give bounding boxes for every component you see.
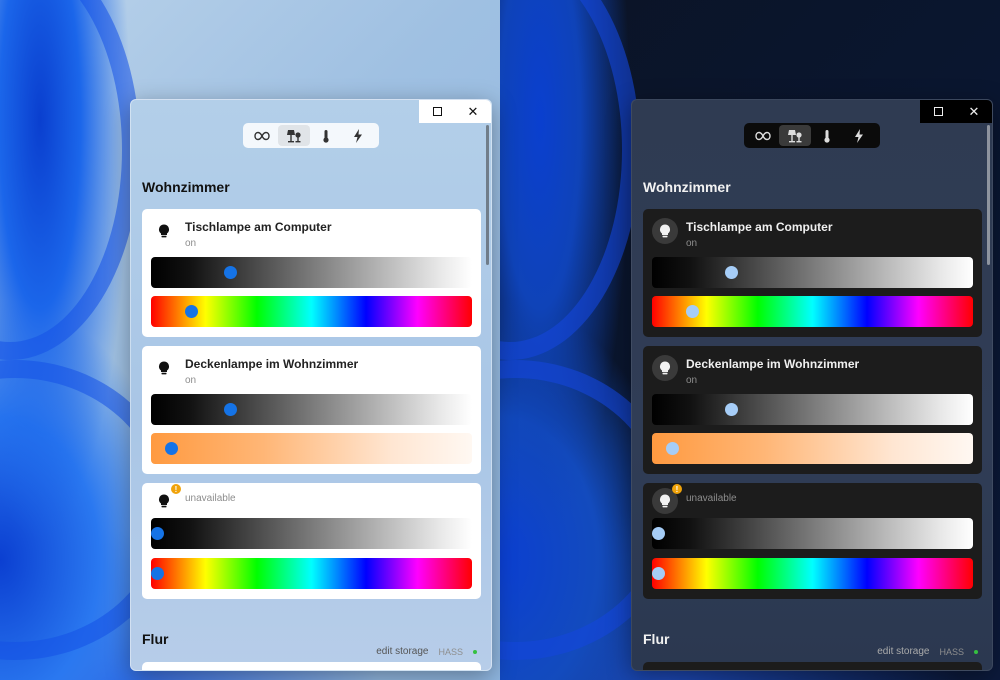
close-icon: ✕ — [467, 104, 479, 119]
light-state: on — [185, 375, 197, 386]
app-window-light: ✕ Wohnzimmer Tischlampe am Computer on D… — [130, 99, 492, 671]
light-card: Tischlampe am Computer on — [142, 209, 481, 337]
light-card — [142, 662, 481, 670]
thermometer-icon — [323, 129, 329, 143]
light-toggle[interactable] — [151, 218, 177, 244]
lightbulb-icon — [660, 224, 670, 238]
lightning-icon — [354, 128, 362, 143]
light-toggle[interactable] — [652, 355, 678, 381]
warning-badge: ! — [171, 484, 181, 494]
lightbulb-icon — [159, 494, 169, 508]
slider-thumb[interactable] — [185, 305, 198, 318]
light-name: Tischlampe am Computer — [686, 220, 833, 234]
brightness-slider[interactable] — [151, 394, 472, 425]
window-controls: ✕ — [419, 100, 491, 123]
maximize-button[interactable] — [419, 100, 455, 123]
section-title-flur: Flur — [142, 631, 169, 647]
tab-climate[interactable] — [811, 125, 843, 146]
tab-lights[interactable] — [779, 125, 811, 146]
close-icon: ✕ — [968, 104, 980, 119]
light-toggle[interactable] — [652, 218, 678, 244]
light-name: Tischlampe am Computer — [185, 220, 332, 234]
color-temperature-slider[interactable] — [652, 433, 973, 464]
brightness-slider[interactable] — [151, 257, 472, 288]
light-card: Tischlampe am Computer on — [643, 209, 982, 337]
slider-thumb[interactable] — [666, 442, 679, 455]
slider-thumb[interactable] — [652, 567, 665, 580]
infinity-icon — [254, 131, 270, 140]
lamps-icon — [788, 129, 802, 142]
slider-thumb[interactable] — [151, 527, 164, 540]
light-name: Deckenlampe im Wohnzimmer — [686, 357, 860, 371]
edit-storage-link[interactable]: edit storage — [376, 646, 428, 657]
lightbulb-icon — [660, 361, 670, 375]
brightness-slider[interactable] — [652, 257, 973, 288]
connection-status-dot — [974, 649, 978, 654]
infinity-icon — [755, 131, 771, 140]
lightbulb-icon — [159, 361, 169, 375]
light-state: on — [185, 238, 197, 249]
thermometer-icon — [824, 129, 830, 143]
hue-slider[interactable] — [151, 558, 472, 589]
light-name: Deckenlampe im Wohnzimmer — [185, 357, 359, 371]
slider-thumb[interactable] — [686, 305, 699, 318]
app-window-dark: ✕ Wohnzimmer Tischlampe am Computer on D… — [631, 99, 993, 671]
brightness-slider[interactable] — [652, 394, 973, 425]
tab-all[interactable] — [747, 125, 779, 146]
light-state: unavailable — [686, 493, 737, 504]
hue-slider[interactable] — [652, 296, 973, 327]
maximize-icon — [933, 107, 943, 116]
light-card: Deckenlampe im Wohnzimmer on — [643, 346, 982, 474]
lightbulb-icon — [159, 224, 169, 238]
tab-power[interactable] — [843, 125, 875, 146]
slider-thumb[interactable] — [224, 266, 237, 279]
warning-badge: ! — [672, 484, 682, 494]
tab-lights[interactable] — [278, 125, 310, 146]
close-button[interactable]: ✕ — [455, 100, 491, 123]
brightness-slider[interactable] — [151, 518, 472, 549]
slider-thumb[interactable] — [725, 403, 738, 416]
footer: edit storage HASS — [877, 646, 978, 657]
hue-slider[interactable] — [151, 296, 472, 327]
section-title-flur: Flur — [643, 631, 670, 647]
footer: edit storage HASS — [376, 646, 477, 657]
slider-thumb[interactable] — [151, 567, 164, 580]
slider-thumb[interactable] — [165, 442, 178, 455]
light-card: Deckenlampe im Wohnzimmer on — [142, 346, 481, 474]
hass-label: HASS — [438, 646, 463, 657]
window-controls: ✕ — [920, 100, 992, 123]
maximize-icon — [432, 107, 442, 116]
light-state: on — [686, 375, 698, 386]
light-state: unavailable — [185, 493, 236, 504]
edit-storage-link[interactable]: edit storage — [877, 646, 929, 657]
slider-thumb[interactable] — [224, 403, 237, 416]
section-title-wohnzimmer: Wohnzimmer — [142, 179, 230, 195]
light-card — [643, 662, 982, 670]
tab-all[interactable] — [246, 125, 278, 146]
lamps-icon — [287, 129, 301, 142]
tab-climate[interactable] — [310, 125, 342, 146]
scrollbar[interactable] — [486, 125, 489, 265]
brightness-slider[interactable] — [652, 518, 973, 549]
lightning-icon — [855, 128, 863, 143]
hue-slider[interactable] — [652, 558, 973, 589]
maximize-button[interactable] — [920, 100, 956, 123]
section-title-wohnzimmer: Wohnzimmer — [643, 179, 731, 195]
connection-status-dot — [473, 649, 477, 654]
light-card: ! unavailable — [643, 483, 982, 599]
light-toggle[interactable] — [151, 355, 177, 381]
close-button[interactable]: ✕ — [956, 100, 992, 123]
slider-thumb[interactable] — [725, 266, 738, 279]
slider-thumb[interactable] — [652, 527, 665, 540]
color-temperature-slider[interactable] — [151, 433, 472, 464]
category-tabbar — [243, 123, 379, 148]
light-card: ! unavailable — [142, 483, 481, 599]
light-state: on — [686, 238, 698, 249]
hass-label: HASS — [939, 646, 964, 657]
scrollbar[interactable] — [987, 125, 990, 265]
lightbulb-icon — [660, 494, 670, 508]
tab-power[interactable] — [342, 125, 374, 146]
category-tabbar — [744, 123, 880, 148]
